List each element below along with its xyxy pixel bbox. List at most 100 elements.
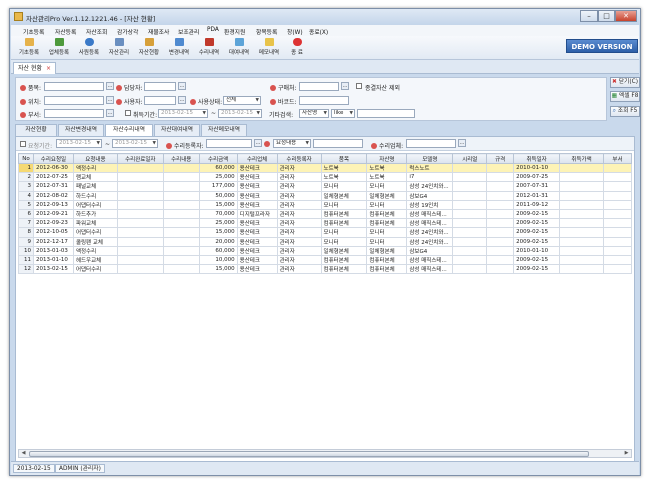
repair-content-select[interactable]: 요청내용 [273, 139, 311, 148]
user-input[interactable] [144, 96, 176, 105]
close-window-button[interactable]: ✕ [615, 10, 637, 22]
table-row[interactable]: 6 2012-09-21 하드추가 70,000 디지털프라자 관리자 컴퓨터본체 컴퓨터본체… [18, 208, 632, 220]
column-header[interactable]: 품목 [320, 153, 368, 164]
table-cell: 2013-02-15 [32, 264, 74, 275]
repair-vendor-search-icon[interactable]: … [458, 139, 466, 147]
table-row[interactable]: 2 2012-07-25 램교체 25,000 용산테크 관리자 노트북 노트북 i7 2009-… [18, 172, 632, 183]
repair-registrant-input[interactable] [206, 139, 252, 148]
vendor-input[interactable] [299, 82, 339, 91]
close-button[interactable]: ✖ 닫기(C) [610, 77, 640, 88]
change-history-button[interactable]: 변경내역 [164, 38, 194, 58]
user-search-icon[interactable]: … [178, 96, 186, 104]
table-row[interactable]: 10 2013-01-03 액정수리 60,000 용산테크 관리자 일체형본체 일체형본체 삼… [18, 245, 632, 256]
asset-manage-button[interactable]: 자산관리 [104, 38, 134, 58]
table-row[interactable]: 9 2012-12-17 쿨링팬 교체 20,000 용산테크 관리자 모니터 모니터 삼성 2… [18, 236, 632, 247]
edit-icon [174, 38, 184, 46]
manager-input[interactable] [144, 82, 176, 91]
employee-register-button[interactable]: 사원등록 [74, 38, 104, 58]
menu-asset-search[interactable]: 자산조회 [86, 27, 107, 36]
other-search-operator-select[interactable]: like [331, 109, 355, 118]
tab-asset-status[interactable]: 자산 현황 × [13, 62, 57, 74]
search-button[interactable]: ⌕ 조회 F5 [610, 106, 640, 117]
repair-content-input[interactable] [313, 139, 363, 148]
column-header[interactable]: 부서 [602, 153, 632, 164]
column-header[interactable]: 모델명 [406, 153, 454, 164]
table-row[interactable]: 1 2012-06-30 액정수리 60,000 용산테크 관리자 노트북 노트북 럭스노트 20… [18, 162, 632, 174]
column-header[interactable]: 취득가액 [559, 153, 604, 164]
column-header[interactable]: No [18, 153, 34, 164]
table-row[interactable]: 7 2012-09-23 파워교체 25,000 용산테크 관리자 컴퓨터본체 컴퓨터본체 삼성… [18, 218, 632, 229]
column-header[interactable]: 규격 [486, 153, 515, 164]
vendor-register-button[interactable]: 업체등록 [44, 38, 74, 58]
menu-window[interactable]: 창(W) [287, 27, 303, 36]
menu-support[interactable]: 보조관리 [178, 27, 199, 36]
column-header[interactable]: 수리완료일자 [116, 153, 164, 164]
item-input[interactable] [44, 82, 104, 91]
scroll-left-icon[interactable]: ◀ [19, 450, 28, 457]
menu-asset-register[interactable]: 자산등록 [55, 27, 76, 36]
dept-search-icon[interactable]: … [106, 109, 114, 117]
excel-button[interactable]: ▦ 엑셀 F8 [610, 91, 640, 102]
table-cell: 모니터 [320, 199, 368, 210]
horizontal-scrollbar[interactable]: ◀ ▶ [18, 449, 632, 458]
column-header[interactable]: 자산명 [366, 153, 408, 164]
minimize-button[interactable]: – [580, 10, 598, 22]
status-select[interactable]: 전체 [223, 96, 261, 105]
table-row[interactable]: 11 2013-01-10 헤드우교체 10,000 용산테크 관리자 컴퓨터본체 컴퓨터본체… [18, 254, 632, 266]
menu-exit[interactable]: 종료(X) [309, 27, 328, 36]
column-header[interactable]: 수리등록자 [276, 153, 322, 164]
scrollbar-thumb[interactable] [29, 451, 589, 457]
rental-history-button[interactable]: 대여내역 [224, 38, 254, 58]
request-period-checkbox[interactable] [20, 141, 26, 147]
acquisition-date-to[interactable]: 2013-02-15 [218, 109, 262, 118]
column-header[interactable]: 수리내용 [162, 153, 200, 164]
menu-pda[interactable]: PDA [207, 27, 219, 33]
menu-environment[interactable]: 환경지원 [224, 27, 245, 36]
menu-basic[interactable]: 기초등록 [23, 27, 44, 36]
other-search-field-select[interactable]: 자산명 [299, 109, 329, 118]
acquisition-date-from[interactable]: 2013-02-15 [158, 109, 208, 118]
column-header[interactable]: 수리업체 [236, 153, 278, 164]
table-row[interactable]: 5 2012-09-13 어댑터수리 15,000 용산테크 관리자 모니터 모니터 삼성 19… [18, 199, 632, 210]
menu-item-register[interactable]: 항목등록 [256, 27, 277, 36]
repair-vendor-input[interactable] [406, 139, 456, 148]
vendor-search-icon[interactable]: … [341, 82, 349, 90]
column-header[interactable]: 시리얼 [452, 153, 488, 164]
menu-depreciation[interactable]: 감가상각 [117, 27, 138, 36]
column-header[interactable]: 수리요청일 [32, 153, 74, 164]
location-search-icon[interactable]: … [106, 96, 114, 104]
exit-button[interactable]: 종 료 [284, 38, 310, 58]
tab-asset-memo[interactable]: 자산메모내역 [201, 124, 247, 136]
location-input[interactable] [44, 96, 104, 105]
tab-asset-change[interactable]: 자산변경내역 [58, 124, 104, 136]
column-header[interactable]: 취득일자 [513, 153, 561, 164]
registrant-search-icon[interactable]: … [254, 139, 262, 147]
other-search-input[interactable] [357, 109, 415, 118]
menu-inventory[interactable]: 재물조사 [148, 27, 169, 36]
scroll-right-icon[interactable]: ▶ [622, 450, 631, 457]
tab-asset-rental[interactable]: 자산대여내역 [154, 124, 200, 136]
close-tab-icon[interactable]: × [46, 65, 51, 72]
acquisition-period-checkbox[interactable] [125, 110, 131, 116]
item-search-icon[interactable]: … [106, 82, 114, 90]
repair-history-button[interactable]: 수리내역 [194, 38, 224, 58]
manager-search-icon[interactable]: … [178, 82, 186, 90]
table-row[interactable]: 8 2012-10-05 어댑터수리 15,000 용산테크 관리자 모니터 모니터 삼성 24… [18, 227, 632, 238]
exclude-closed-checkbox[interactable] [356, 83, 362, 89]
tab-asset-status-sub[interactable]: 자산현황 [15, 124, 57, 136]
memo-history-button[interactable]: 메모내역 [254, 38, 284, 58]
request-date-from[interactable]: 2013-02-15 [56, 139, 102, 148]
barcode-input[interactable] [299, 96, 349, 105]
basic-register-button[interactable]: 기초등록 [14, 38, 44, 58]
column-header[interactable]: 수리금액 [198, 153, 238, 164]
column-header[interactable]: 요청내용 [72, 153, 118, 164]
table-row[interactable]: 4 2012-08-02 하드수리 50,000 용산테크 관리자 일체형본체 일체형본체 삼보… [18, 190, 632, 201]
table-row[interactable]: 3 2012-07-31 패널교체 177,000 용산테크 관리자 모니터 모니터 삼성 24… [18, 181, 632, 192]
request-date-to[interactable]: 2013-02-15 [112, 139, 158, 148]
table-cell: 2009-02-15 [513, 254, 561, 266]
maximize-button[interactable]: □ [598, 10, 615, 22]
asset-status-button[interactable]: 자산현황 [134, 38, 164, 58]
dept-input[interactable] [44, 109, 104, 118]
table-cell [602, 181, 632, 192]
table-row[interactable]: 12 2013-02-15 어댑터수리 15,000 용산테크 관리자 컴퓨터본체 컴퓨터본체… [18, 264, 632, 275]
